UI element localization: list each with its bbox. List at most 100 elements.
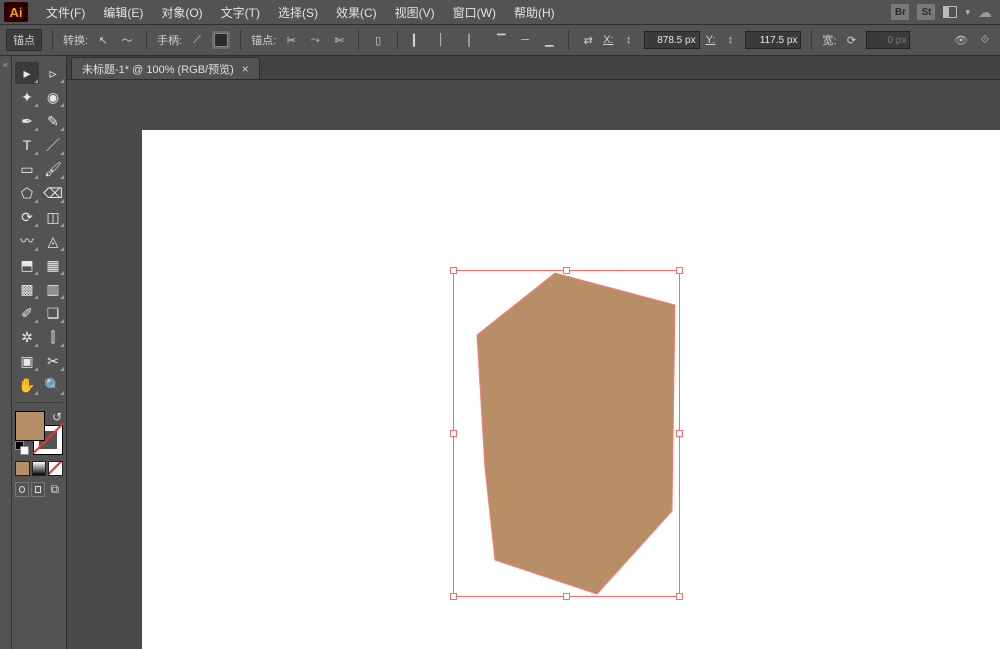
x-stepper-icon[interactable]: ↕ — [620, 31, 638, 49]
w-label: 宽: — [822, 32, 836, 48]
fill-swatch[interactable] — [15, 411, 45, 441]
warp-tool[interactable]: ◬ — [41, 230, 65, 252]
menu-select[interactable]: 选择(S) — [278, 4, 318, 21]
align-bottom-icon[interactable]: ▁ — [540, 31, 558, 49]
crop-icon[interactable]: ⟐ — [976, 31, 994, 49]
perspective-tool[interactable]: ▦ — [41, 254, 65, 276]
lasso-tool[interactable]: ◉ — [41, 86, 65, 108]
anchor-cut-icon[interactable]: ✄ — [330, 31, 348, 49]
canvas[interactable] — [67, 80, 1000, 649]
menu-object[interactable]: 对象(O) — [161, 4, 202, 21]
resize-handle-tr[interactable] — [676, 267, 683, 274]
workspace-layout-icon[interactable] — [943, 6, 957, 18]
document-tab[interactable]: 未标题-1* @ 100% (RGB/预览) × — [71, 57, 260, 79]
hand-tool[interactable]: ✋ — [15, 374, 39, 396]
zoom-tool[interactable]: 🔍 — [41, 374, 65, 396]
draw-mode-row: ⧉ — [15, 482, 63, 497]
align-top-icon[interactable]: ▔ — [492, 31, 510, 49]
hide-edges-icon[interactable]: 👁 — [952, 31, 970, 49]
scale-tool[interactable]: ◫ — [41, 206, 65, 228]
link-toggle-icon[interactable]: ⇄ — [579, 31, 597, 49]
close-tab-icon[interactable]: × — [242, 62, 249, 76]
mesh-tool[interactable]: ▩ — [15, 278, 39, 300]
draw-normal-icon[interactable] — [15, 482, 29, 497]
sync-cloud-icon[interactable]: ☁ — [978, 4, 992, 21]
resize-handle-tl[interactable] — [450, 267, 457, 274]
isolate-icon[interactable]: ▯ — [369, 31, 387, 49]
align-left-icon[interactable]: ▎ — [408, 31, 426, 49]
bridge-button[interactable]: Br — [891, 4, 909, 20]
selection-bounding-box[interactable] — [453, 270, 680, 597]
type-tool[interactable]: T — [15, 134, 39, 156]
document-tab-title: 未标题-1* @ 100% (RGB/预览) — [82, 61, 234, 77]
control-bar: 锚点 转换: ↖ 〜 手柄: ⟋ 锚点: ✂ ⤳ ✄ ▯ ▎ │ ▕ ▔ ─ ▁… — [0, 24, 1000, 56]
convert-smooth-icon[interactable]: 〜 — [118, 31, 136, 49]
panel-collapse-sliver[interactable]: « — [0, 56, 12, 649]
menu-effect[interactable]: 效果(C) — [336, 4, 377, 21]
resize-handle-tm[interactable] — [563, 267, 570, 274]
stock-button[interactable]: St — [917, 4, 935, 20]
eraser-tool[interactable]: ⌫ — [41, 182, 65, 204]
align-vcenter-icon[interactable]: ─ — [516, 31, 534, 49]
resize-handle-bm[interactable] — [563, 593, 570, 600]
rectangle-tool[interactable]: ▭ — [15, 158, 39, 180]
handle-hide-icon[interactable] — [212, 31, 230, 49]
handles-label: 手柄: — [157, 32, 182, 48]
brush-tool[interactable]: 🖌 — [41, 158, 65, 180]
menu-help[interactable]: 帮助(H) — [514, 4, 555, 21]
draw-inside-icon[interactable]: ⧉ — [47, 482, 63, 497]
draw-behind-icon[interactable] — [31, 482, 45, 497]
line-tool[interactable]: ／ — [41, 134, 65, 156]
align-right-icon[interactable]: ▕ — [456, 31, 474, 49]
blend-tool[interactable]: ❏ — [41, 302, 65, 324]
color-mode-gradient[interactable] — [32, 461, 47, 476]
slice-tool[interactable]: ✂ — [41, 350, 65, 372]
color-mode-none[interactable] — [48, 461, 63, 476]
swap-colors-icon[interactable]: ↺ — [51, 411, 63, 423]
symbol-tool[interactable]: ✲ — [15, 326, 39, 348]
curvature-tool[interactable]: ✎ — [41, 110, 65, 132]
convert-corner-icon[interactable]: ↖ — [94, 31, 112, 49]
anchor-mode-label: 锚点 — [6, 29, 42, 51]
wh-link-icon[interactable]: ⟳ — [842, 31, 860, 49]
eyedropper-tool[interactable]: ✐ — [15, 302, 39, 324]
resize-handle-ml[interactable] — [450, 430, 457, 437]
menu-type[interactable]: 文字(T) — [221, 4, 260, 21]
artboard-tool[interactable]: ▣ — [15, 350, 39, 372]
selection-tool[interactable]: ▸ — [15, 62, 39, 84]
resize-handle-mr[interactable] — [676, 430, 683, 437]
x-value-field[interactable]: 878.5 px — [644, 31, 700, 49]
pen-tool[interactable]: ✒ — [15, 110, 39, 132]
shaper-tool[interactable]: ⬠ — [15, 182, 39, 204]
w-value-field[interactable]: 0 px — [866, 31, 910, 49]
shape-builder-tool[interactable]: ⬒ — [15, 254, 39, 276]
fill-stroke-swatch[interactable]: ↺ — [15, 411, 63, 455]
magic-wand-tool[interactable]: ✦ — [15, 86, 39, 108]
menu-file[interactable]: 文件(F) — [46, 4, 85, 21]
panel-caret-icon: « — [3, 60, 7, 69]
anchors-label: 锚点: — [251, 32, 276, 48]
default-colors-icon[interactable] — [15, 441, 29, 455]
menu-window[interactable]: 窗口(W) — [453, 4, 496, 21]
align-hcenter-icon[interactable]: │ — [432, 31, 450, 49]
menu-view[interactable]: 视图(V) — [395, 4, 435, 21]
resize-handle-br[interactable] — [676, 593, 683, 600]
color-mode-solid[interactable] — [15, 461, 30, 476]
y-stepper-icon[interactable]: ↕ — [721, 31, 739, 49]
anchor-join-icon[interactable]: ⤳ — [306, 31, 324, 49]
x-label: X: — [603, 34, 613, 46]
width-tool[interactable]: 〰 — [15, 230, 39, 252]
resize-handle-bl[interactable] — [450, 593, 457, 600]
anchor-remove-icon[interactable]: ✂ — [282, 31, 300, 49]
handle-show-icon[interactable]: ⟋ — [188, 31, 206, 49]
direct-selection-tool[interactable]: ▹ — [41, 62, 65, 84]
y-label: Y: — [706, 34, 716, 46]
graph-tool[interactable]: ⫿ — [41, 326, 65, 348]
rotate-tool[interactable]: ⟳ — [15, 206, 39, 228]
y-value-field[interactable]: 117.5 px — [745, 31, 801, 49]
gradient-tool[interactable]: ▥ — [41, 278, 65, 300]
chevron-down-icon[interactable]: ▾ — [965, 7, 970, 18]
app-logo: Ai — [4, 2, 28, 22]
convert-label: 转换: — [63, 32, 88, 48]
menu-edit[interactable]: 编辑(E) — [103, 4, 143, 21]
